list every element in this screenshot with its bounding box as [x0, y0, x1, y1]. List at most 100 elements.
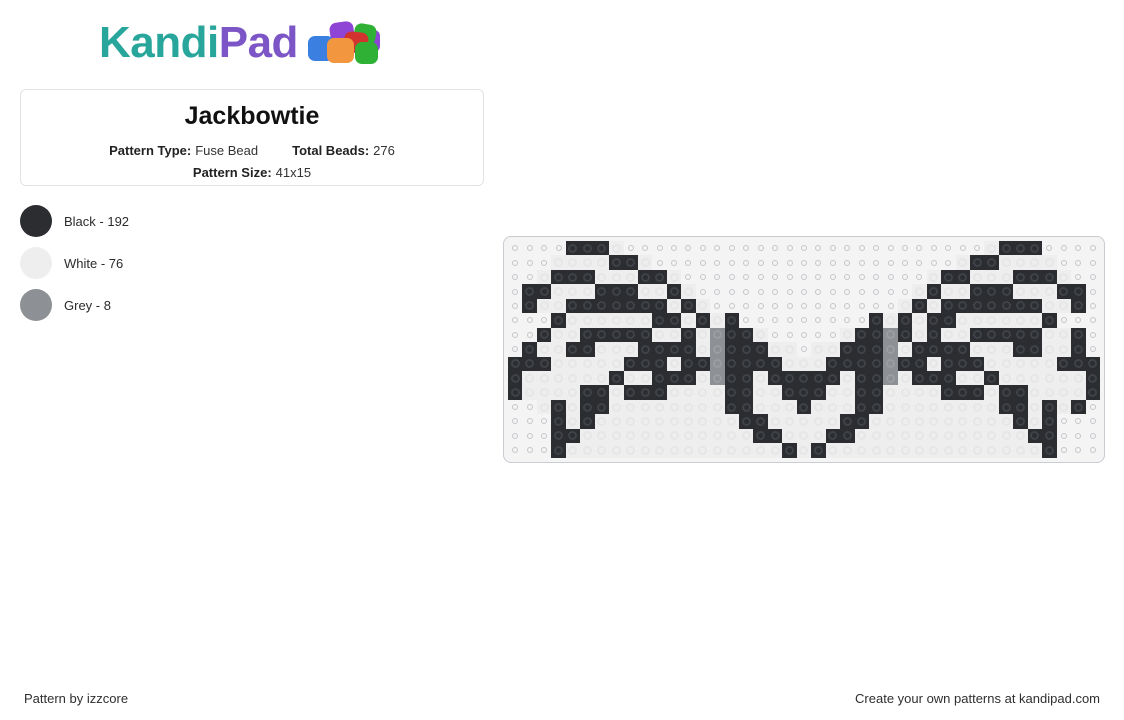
bead-cell[interactable]	[941, 284, 956, 299]
bead-cell[interactable]	[580, 269, 595, 285]
bead-cell[interactable]	[508, 327, 523, 343]
bead-cell[interactable]	[767, 313, 783, 328]
bead-cell[interactable]	[522, 298, 537, 314]
bead-cell[interactable]	[782, 298, 797, 314]
bead-pattern-panel[interactable]	[503, 236, 1105, 463]
bead-cell[interactable]	[984, 356, 999, 371]
bead-cell[interactable]	[710, 428, 725, 444]
bead-cell[interactable]	[681, 313, 696, 328]
bead-cell[interactable]	[652, 284, 667, 299]
bead-cell[interactable]	[623, 370, 638, 386]
bead-cell[interactable]	[840, 269, 855, 285]
bead-cell[interactable]	[580, 385, 595, 400]
bead-cell[interactable]	[941, 385, 956, 400]
bead-cell[interactable]	[710, 356, 725, 371]
bead-cell[interactable]	[609, 385, 624, 400]
bead-cell[interactable]	[840, 414, 855, 429]
bead-cell[interactable]	[1056, 284, 1072, 299]
bead-cell[interactable]	[637, 313, 653, 328]
bead-cell[interactable]	[1056, 428, 1072, 444]
bead-cell[interactable]	[536, 269, 552, 285]
bead-cell[interactable]	[681, 255, 696, 270]
bead-cell[interactable]	[652, 385, 667, 400]
bead-cell[interactable]	[868, 356, 884, 371]
bead-cell[interactable]	[724, 342, 739, 357]
bead-cell[interactable]	[580, 414, 595, 429]
bead-cell[interactable]	[970, 356, 985, 371]
bead-cell[interactable]	[623, 255, 638, 270]
bead-cell[interactable]	[970, 443, 985, 458]
bead-cell[interactable]	[551, 356, 566, 371]
bead-cell[interactable]	[767, 399, 783, 415]
bead-cell[interactable]	[1071, 370, 1086, 386]
bead-cell[interactable]	[1013, 399, 1028, 415]
bead-cell[interactable]	[724, 255, 739, 270]
bead-cell[interactable]	[623, 385, 638, 400]
bead-cell[interactable]	[666, 313, 682, 328]
bead-cell[interactable]	[551, 414, 566, 429]
bead-cell[interactable]	[681, 269, 696, 285]
bead-cell[interactable]	[825, 443, 841, 458]
bead-cell[interactable]	[739, 241, 754, 256]
bead-cell[interactable]	[767, 255, 783, 270]
bead-cell[interactable]	[565, 385, 581, 400]
bead-cell[interactable]	[912, 298, 927, 314]
bead-cell[interactable]	[508, 313, 523, 328]
bead-cell[interactable]	[796, 414, 812, 429]
bead-cell[interactable]	[594, 255, 610, 270]
bead-cell[interactable]	[840, 443, 855, 458]
bead-cell[interactable]	[565, 356, 581, 371]
bead-cell[interactable]	[753, 255, 768, 270]
bead-cell[interactable]	[941, 356, 956, 371]
bead-cell[interactable]	[594, 298, 610, 314]
bead-cell[interactable]	[536, 385, 552, 400]
bead-cell[interactable]	[536, 414, 552, 429]
bead-cell[interactable]	[753, 414, 768, 429]
bead-cell[interactable]	[854, 428, 869, 444]
bead-cell[interactable]	[767, 284, 783, 299]
bead-cell[interactable]	[623, 269, 638, 285]
bead-cell[interactable]	[681, 399, 696, 415]
bead-cell[interactable]	[854, 284, 869, 299]
bead-cell[interactable]	[912, 342, 927, 357]
bead-cell[interactable]	[1085, 284, 1100, 299]
bead-cell[interactable]	[825, 255, 841, 270]
bead-cell[interactable]	[724, 399, 739, 415]
bead-cell[interactable]	[551, 342, 566, 357]
bead-cell[interactable]	[623, 342, 638, 357]
bead-cell[interactable]	[811, 428, 826, 444]
bead-cell[interactable]	[912, 356, 927, 371]
bead-cell[interactable]	[868, 255, 884, 270]
bead-cell[interactable]	[955, 241, 970, 256]
bead-cell[interactable]	[955, 255, 970, 270]
bead-cell[interactable]	[1027, 443, 1043, 458]
bead-cell[interactable]	[1013, 414, 1028, 429]
bead-cell[interactable]	[912, 255, 927, 270]
bead-cell[interactable]	[825, 414, 841, 429]
bead-cell[interactable]	[984, 414, 999, 429]
bead-cell[interactable]	[681, 370, 696, 386]
bead-cell[interactable]	[984, 255, 999, 270]
bead-cell[interactable]	[796, 385, 812, 400]
bead-cell[interactable]	[1071, 298, 1086, 314]
bead-cell[interactable]	[1013, 428, 1028, 444]
bead-cell[interactable]	[984, 370, 999, 386]
bead-cell[interactable]	[695, 269, 711, 285]
bead-cell[interactable]	[623, 313, 638, 328]
bead-cell[interactable]	[941, 241, 956, 256]
bead-cell[interactable]	[580, 298, 595, 314]
bead-cell[interactable]	[551, 284, 566, 299]
bead-cell[interactable]	[724, 269, 739, 285]
bead-cell[interactable]	[1071, 313, 1086, 328]
bead-cell[interactable]	[782, 443, 797, 458]
bead-cell[interactable]	[1042, 327, 1057, 343]
bead-cell[interactable]	[897, 443, 913, 458]
bead-cell[interactable]	[609, 241, 624, 256]
bead-cell[interactable]	[1013, 356, 1028, 371]
bead-cell[interactable]	[926, 241, 942, 256]
bead-cell[interactable]	[609, 269, 624, 285]
bead-cell[interactable]	[1027, 342, 1043, 357]
bead-cell[interactable]	[854, 241, 869, 256]
bead-cell[interactable]	[955, 269, 970, 285]
bead-cell[interactable]	[868, 370, 884, 386]
